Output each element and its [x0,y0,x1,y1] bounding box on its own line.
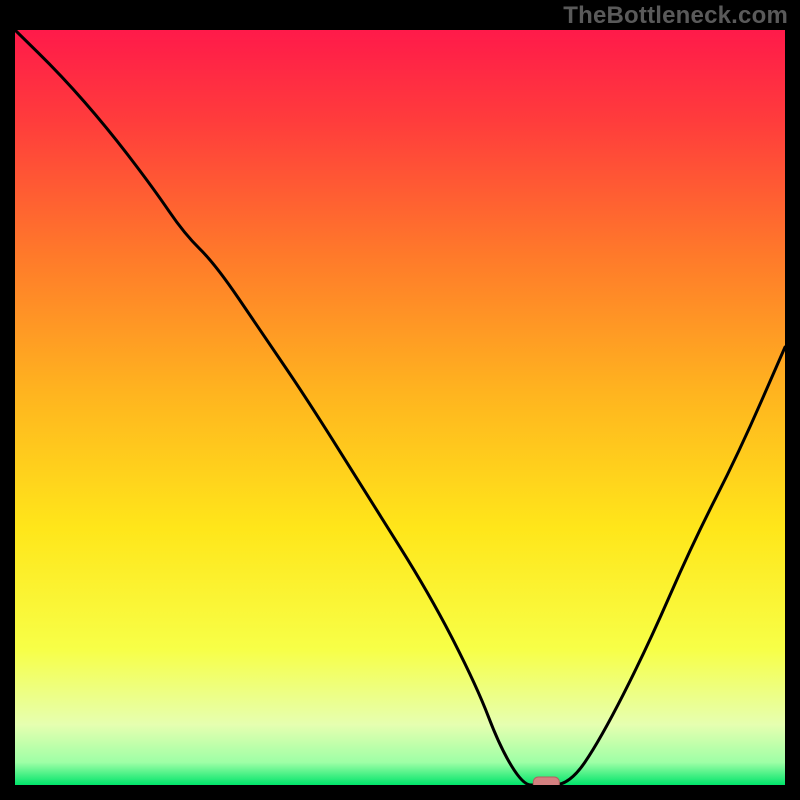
watermark-text: TheBottleneck.com [563,2,788,30]
chart-frame: TheBottleneck.com [0,0,800,800]
plot-background [15,30,785,785]
min-marker [533,777,559,785]
chart-plot [15,30,785,785]
